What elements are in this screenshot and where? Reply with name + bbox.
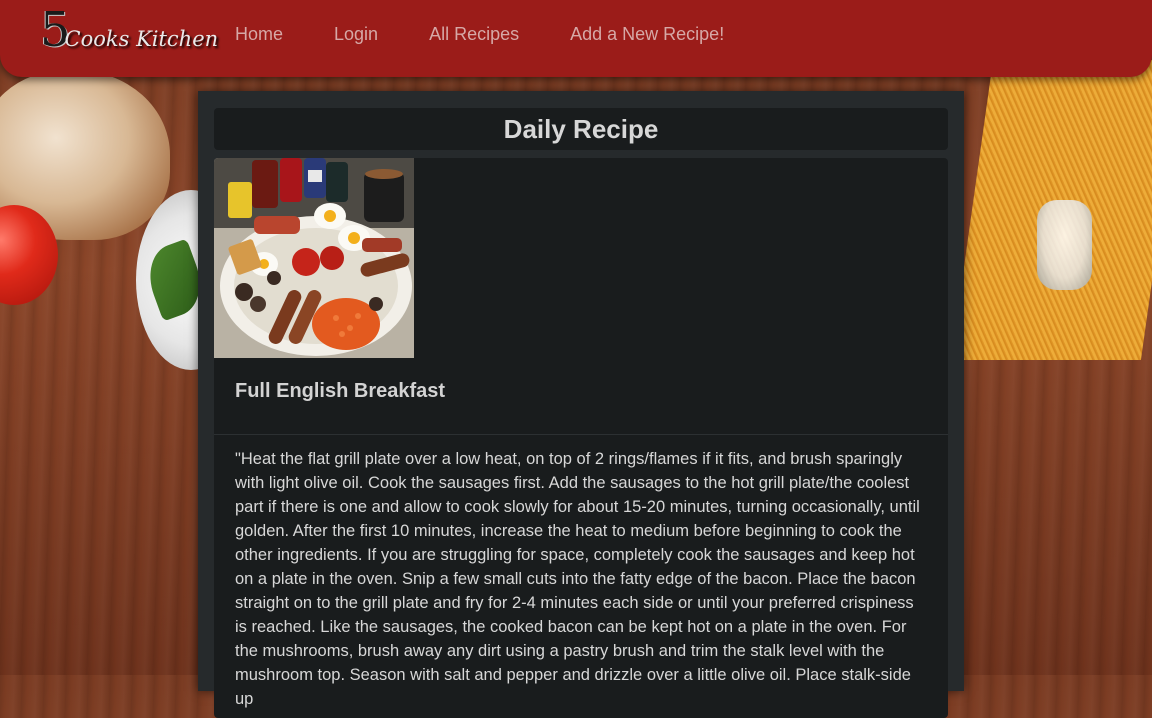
- brand-name: Cooks Kitchen: [64, 27, 219, 51]
- jar-background-decoration: [1037, 200, 1092, 290]
- recipe-instructions: "Heat the flat grill plate over a low he…: [235, 450, 920, 708]
- nav-link-home[interactable]: Home: [235, 24, 283, 45]
- divider: [214, 434, 948, 435]
- nav-links: Home Login All Recipes Add a New Recipe!: [235, 24, 775, 45]
- nav-link-add-recipe[interactable]: Add a New Recipe!: [570, 24, 724, 45]
- nav-link-login[interactable]: Login: [334, 24, 378, 45]
- brand-logo[interactable]: 5 Cooks Kitchen: [40, 6, 218, 54]
- recipe-card: Full English Breakfast "Heat the flat gr…: [214, 158, 948, 718]
- recipe-name: Full English Breakfast: [235, 380, 446, 402]
- page-title-bar: Daily Recipe: [214, 108, 948, 150]
- breakfast-photo-icon: [214, 158, 414, 358]
- nav-link-all-recipes[interactable]: All Recipes: [429, 24, 519, 45]
- navbar: 5 Cooks Kitchen Home Login All Recipes A…: [0, 0, 1152, 77]
- recipe-image[interactable]: [214, 158, 414, 358]
- main-container: Daily Recipe Full English Breakfast "Hea…: [198, 91, 964, 718]
- page-title: Daily Recipe: [503, 113, 659, 144]
